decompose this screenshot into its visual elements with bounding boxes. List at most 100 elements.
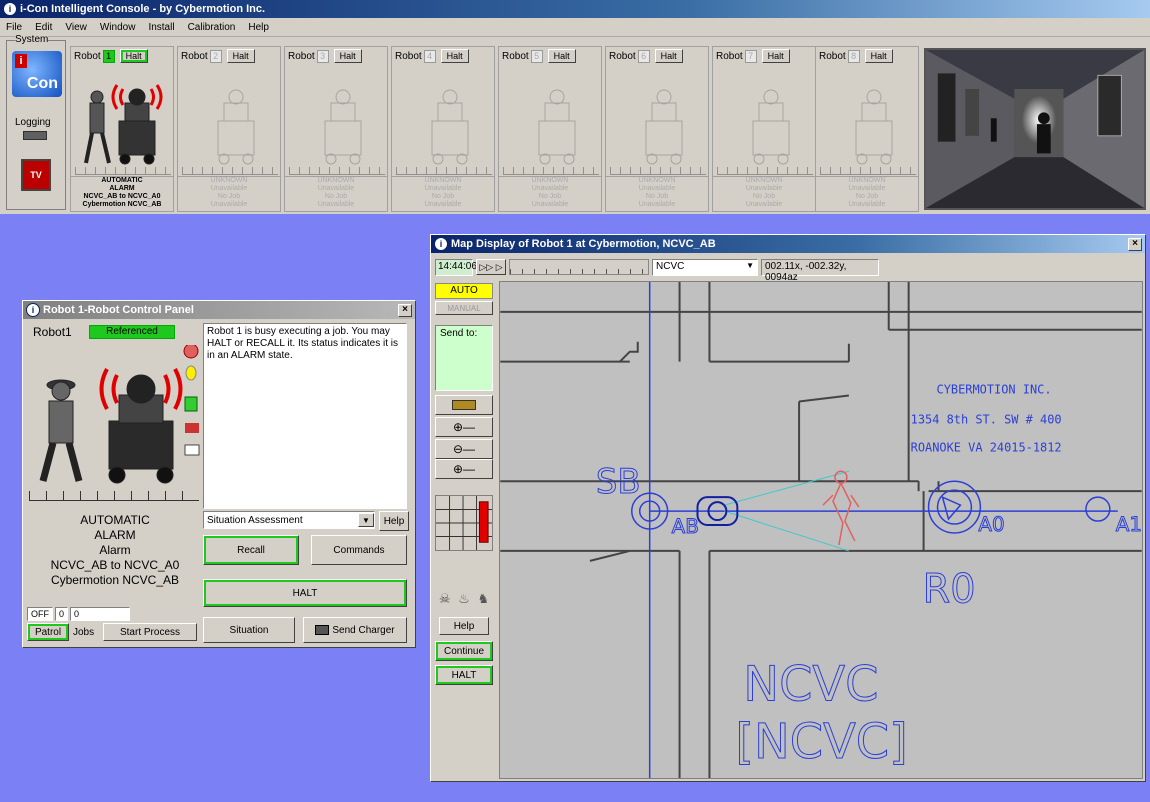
playback-button[interactable]: ▷▷ ▷ (476, 259, 506, 275)
referenced-badge: Referenced (89, 325, 175, 339)
robot-panel-header: Robot 2 Halt (178, 47, 280, 65)
map-display-window: i Map Display of Robot 1 at Cybermotion,… (430, 234, 1146, 782)
status-line: Unavailable (848, 201, 886, 208)
menu-file[interactable]: File (6, 22, 22, 33)
fire-icon[interactable]: ♨ (458, 591, 470, 613)
logging-indicator[interactable] (23, 131, 47, 140)
robot-panel-4[interactable]: Robot 4 Halt UNKNOWN Unavailable No Job Una… (391, 46, 495, 212)
robot-panel-1[interactable]: Robot 1 Halt AUTOMATIC ALARM NCVC_AB to … (70, 46, 174, 212)
status-line: UNKNOWN (317, 177, 355, 184)
start-process-button[interactable]: Start Process (103, 623, 197, 641)
robot-halt-button[interactable]: Halt (226, 49, 255, 63)
chevron-down-icon[interactable]: ▼ (358, 513, 374, 527)
menu-edit[interactable]: Edit (35, 22, 52, 33)
robot-number: 8 (847, 49, 860, 63)
status-line: UNKNOWN (424, 177, 462, 184)
icon-app-icon: i (26, 303, 40, 317)
close-icon[interactable]: × (398, 303, 412, 317)
skull-icon[interactable]: ☠ (439, 591, 451, 613)
recall-button[interactable]: Recall (203, 535, 299, 565)
map-label-a0: A0 (978, 513, 1004, 536)
commands-button[interactable]: Commands (311, 535, 407, 565)
situation-select[interactable]: Situation Assessment ▼ (203, 511, 375, 529)
menu-view[interactable]: View (65, 22, 87, 33)
robot-panel-6[interactable]: Robot 6 Halt UNKNOWN Unavailable No Job Una… (605, 46, 709, 212)
console-titlebar[interactable]: i i-Con Intelligent Console - by Cybermo… (0, 0, 1150, 18)
logging-label: Logging (15, 117, 51, 128)
situation-button[interactable]: Situation (203, 617, 295, 643)
map-halt-button[interactable]: HALT (435, 665, 493, 685)
status-line: Unavailable (848, 185, 886, 192)
menu-calibration[interactable]: Calibration (188, 22, 236, 33)
status-line: Cybermotion NCVC_AB (50, 573, 180, 587)
map-titlebar[interactable]: i Map Display of Robot 1 at Cybermotion,… (431, 235, 1145, 253)
status-line: Unavailable (210, 201, 248, 208)
robot-status: UNKNOWN Unavailable No Job Unavailable (816, 176, 918, 212)
icon-logo-button[interactable]: i Con (12, 51, 62, 97)
send-to-field[interactable]: Send to: (435, 325, 493, 391)
robot-panel-8[interactable]: Robot 8 Halt UNKNOWN Unavailable No Job Una… (815, 46, 919, 212)
robot-halt-button[interactable]: Halt (654, 49, 683, 63)
robot-panel-header: Robot 6 Halt (606, 47, 708, 65)
site-select[interactable]: NCVC ▼ (652, 258, 758, 276)
robot-halt-button[interactable]: Halt (761, 49, 790, 63)
pan-tool-icon[interactable]: ⊕— (435, 417, 493, 437)
halt-button[interactable]: HALT (203, 579, 407, 607)
patrol-button[interactable]: Patrol (27, 623, 69, 641)
robot-status: AUTOMATIC ALARM Alarm NCVC_AB to NCVC_A0… (29, 513, 201, 588)
chevron-down-icon[interactable]: ▼ (746, 261, 754, 274)
robot-panel-header: Robot 4 Halt (392, 47, 494, 65)
rcp-titlebar[interactable]: i Robot 1-Robot Control Panel × (23, 301, 415, 319)
help-button[interactable]: Help (379, 511, 409, 531)
status-line: Unavailable (531, 185, 569, 192)
robot-number: 1 (102, 49, 115, 63)
robot-panel-2[interactable]: Robot 2 Halt UNKNOWN Unavailable No Job Una… (177, 46, 281, 212)
situation-select-value: Situation Assessment (207, 514, 303, 526)
timeline-slider[interactable] (509, 259, 649, 275)
robot-battery-scale (289, 167, 385, 175)
camera-feed[interactable] (924, 48, 1146, 210)
auto-mode-indicator[interactable]: AUTO (435, 283, 493, 299)
floor-plan-map[interactable]: CYBERMOTION INC. 1354 8th ST. SW # 400 R… (499, 281, 1143, 779)
patrol-state: OFF (27, 607, 53, 621)
robot-label: Robot (74, 50, 101, 62)
map-label-ab: AB (672, 515, 699, 538)
send-charger-button[interactable]: Send Charger (303, 617, 407, 643)
close-icon[interactable]: × (1128, 237, 1142, 251)
robot-label: Robot (181, 50, 208, 62)
robot-control-panel-window: i Robot 1-Robot Control Panel × Robot1 R… (22, 300, 416, 648)
robot-number: 2 (209, 49, 222, 63)
menu-help[interactable]: Help (248, 22, 269, 33)
menu-window[interactable]: Window (100, 22, 136, 33)
robot-halt-button[interactable]: Halt (440, 49, 469, 63)
eraser-tool-icon[interactable] (435, 395, 493, 415)
map-help-button[interactable]: Help (439, 617, 489, 635)
menu-install[interactable]: Install (148, 22, 174, 33)
robot-halt-button[interactable]: Halt (333, 49, 362, 63)
tv-icon[interactable]: TV (21, 159, 51, 191)
robot-halt-button[interactable]: Halt (547, 49, 576, 63)
robot-graphic (645, 89, 683, 165)
zoom-out-icon[interactable]: ⊖— (435, 439, 493, 459)
status-line: UNKNOWN (745, 177, 783, 184)
robot-halt-button[interactable]: Halt (119, 49, 148, 63)
robot-halt-button[interactable]: Halt (864, 49, 893, 63)
robot-panel-header: Robot 7 Halt (713, 47, 815, 65)
robot-label: Robot (609, 50, 636, 62)
level-meter-icon (435, 495, 493, 551)
robot-graphic (217, 89, 255, 165)
continue-button[interactable]: Continue (435, 641, 493, 661)
map-label-address1: 1354 8th ST. SW # 400 (911, 412, 1062, 426)
robot-panel-3[interactable]: Robot 3 Halt UNKNOWN Unavailable No Job Una… (284, 46, 388, 212)
robot-status: UNKNOWN Unavailable No Job Unavailable (713, 176, 815, 212)
map-label-ncvc-bracket: [NCVC] (735, 715, 907, 770)
zoom-in-icon[interactable]: ⊕— (435, 459, 493, 479)
status-line: Unavailable (424, 185, 462, 192)
intruder-icon[interactable]: ♞ (477, 591, 489, 613)
robot-graphic (324, 89, 362, 165)
robot-panel-5[interactable]: Robot 5 Halt UNKNOWN Unavailable No Job Una… (498, 46, 602, 212)
manual-mode-button[interactable]: MANUAL (435, 301, 493, 315)
robot-panel-7[interactable]: Robot 7 Halt UNKNOWN Unavailable No Job Una… (712, 46, 816, 212)
robot-panel-header: Robot 8 Halt (816, 47, 918, 65)
status-line: Unavailable (638, 201, 676, 208)
